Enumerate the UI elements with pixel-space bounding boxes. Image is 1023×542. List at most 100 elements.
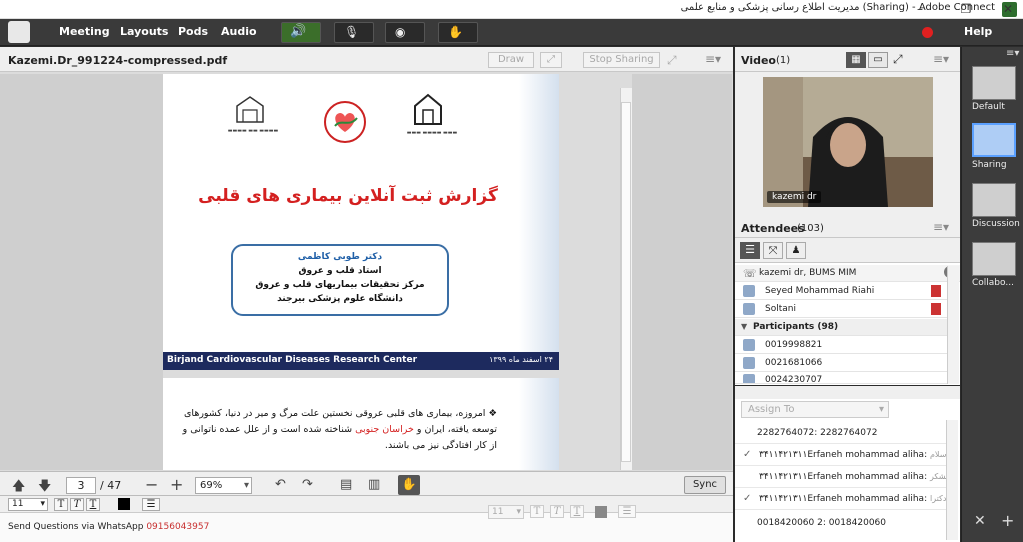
question-text: 2282764072: 2282764072 <box>757 428 878 438</box>
attendees-header: Attendees (103) ≡▾ <box>735 217 960 238</box>
question-row[interactable]: ۳۴۱۱۴۲۱۳۱۱Erfaneh mohammad aliha: بلشکر <box>735 466 957 488</box>
assign-to-select[interactable]: Assign To ▾ <box>741 401 889 418</box>
question-row[interactable]: 0018420060 2: 0018420060 <box>735 512 957 534</box>
close-layouts-icon[interactable]: ✕ <box>974 513 986 529</box>
pod-options-icon[interactable]: ≡▾ <box>933 52 949 66</box>
menu-meeting[interactable]: Meeting <box>59 25 110 38</box>
list-icon[interactable]: ☰ <box>142 498 160 511</box>
host-name: kazemi dr, BUMS MIM <box>759 268 857 278</box>
question-row[interactable]: 2282764072: 2282764072 <box>735 422 957 444</box>
mic-muted-icon <box>931 303 941 315</box>
participant-name: 0021681066 <box>765 358 823 368</box>
font-size-select[interactable]: 11 ▾ <box>8 498 48 511</box>
participant-row[interactable]: 0024230707 <box>735 372 947 384</box>
menu-help[interactable]: Help <box>964 25 992 38</box>
sync-view-button[interactable]: ⤢ <box>540 52 562 68</box>
redo-icon[interactable]: ↷ <box>302 477 313 492</box>
viewer-right-margin <box>632 74 732 470</box>
page-number-input[interactable]: 3 <box>66 477 96 494</box>
layout-thumb-sharing[interactable] <box>972 123 1016 157</box>
text-color-swatch[interactable] <box>595 506 607 518</box>
pod-options-icon[interactable]: ≡▾ <box>705 52 721 66</box>
title-bar: مدیریت اطلاع رسانی پزشکی و منابع علمی (S… <box>0 0 1023 19</box>
zoom-out-icon[interactable]: − <box>145 475 158 494</box>
question-row[interactable]: ✓ ۳۴۱۱۴۲۱۳۱۱Erfaneh mohammad aliha: سلام <box>735 444 957 466</box>
maximize-icon[interactable]: ❐ <box>951 0 981 19</box>
status-view-icon[interactable]: ♟ <box>786 242 806 259</box>
layout-thumb-collaboration[interactable] <box>972 242 1016 276</box>
filmstrip-view-icon[interactable]: ▭ <box>868 52 888 68</box>
research-center-logo-caption: ▬▬▬▬ ▬▬ ▬▬▬▬ <box>227 128 279 134</box>
bold-icon[interactable]: T <box>54 498 68 511</box>
webcam-icon: ◉ <box>395 25 406 39</box>
zoom-in-icon[interactable]: + <box>170 475 183 494</box>
question-row[interactable]: ✓ ۳۴۱۱۴۲۱۳۱۱Erfaneh mohammad aliha: دکتر… <box>735 488 957 510</box>
layout-label-sharing[interactable]: Sharing <box>972 160 1022 170</box>
layout-thumb-discussion[interactable] <box>972 183 1016 217</box>
add-layout-icon[interactable]: + <box>1001 511 1014 530</box>
participant-name: 0024230707 <box>765 375 823 384</box>
presenter-affiliation-2: دانشگاه علوم پزشکی بیرجند <box>277 294 403 304</box>
presenter-row[interactable]: Seyed Mohammad Riahi <box>735 283 947 300</box>
layouts-panel <box>961 47 1023 542</box>
viewer-left-margin <box>0 74 163 470</box>
participant-row[interactable]: 0021681066 <box>735 355 947 372</box>
host-row[interactable]: ☏ kazemi dr, BUMS MIM ✕ <box>735 265 960 282</box>
text-color-swatch[interactable] <box>118 498 130 510</box>
menu-bar: Meeting Layouts Pods Audio 🔊 🎙 ◉ ✋ Help <box>0 19 1023 46</box>
underline-icon[interactable]: T <box>86 498 100 511</box>
grid-view-icon[interactable]: ▦ <box>846 52 866 68</box>
raise-hand-button[interactable]: ✋ <box>438 22 478 43</box>
chat-pod: 11 ▾ T T T ☰ Send Questions via WhatsApp … <box>0 495 733 542</box>
save-icon[interactable]: ▤ <box>340 477 352 492</box>
qa-scrollbar[interactable] <box>946 420 958 540</box>
italic-icon[interactable]: T <box>70 498 84 511</box>
recording-indicator-icon[interactable] <box>922 27 933 38</box>
university-logo <box>411 92 445 126</box>
webcam-button[interactable]: ◉ <box>385 22 425 43</box>
attendees-scrollbar[interactable] <box>947 266 959 384</box>
slide-title: گزارش ثبت آنلاین بیماری های قلبی <box>198 186 498 206</box>
user-icon <box>743 357 755 369</box>
draw-button[interactable]: Draw <box>488 52 534 68</box>
underline-icon[interactable]: T <box>570 505 584 518</box>
breakout-view-icon[interactable]: ⤧ <box>763 242 783 259</box>
participants-group-row[interactable]: ▼ Participants (98) <box>735 319 947 336</box>
menu-pods[interactable]: Pods <box>178 25 208 38</box>
pdf-navigation-bar: 🡅 🡇 3 / 47 − + 69% ▾ ↶ ↷ ▤ ▥ ✋ Sync <box>0 471 733 498</box>
microphone-button[interactable]: 🎙 <box>334 22 374 43</box>
zoom-select[interactable]: 69% ▾ <box>195 477 252 494</box>
hand-tool-icon[interactable]: ✋ <box>398 475 420 495</box>
assign-to-label: Assign To <box>748 404 795 415</box>
layout-thumb-default[interactable] <box>972 66 1016 100</box>
layout-label-default[interactable]: Default <box>972 102 1022 112</box>
close-icon[interactable]: ✕ <box>993 0 1023 19</box>
layout-label-collaboration[interactable]: Collabo... <box>972 278 1022 288</box>
collapse-triangle-icon[interactable]: ▼ <box>741 322 747 331</box>
chat-message: Send Questions via WhatsApp 09156043957 <box>8 522 210 532</box>
pdf-scrollbar-thumb[interactable] <box>621 102 631 462</box>
menu-audio[interactable]: Audio <box>221 25 257 38</box>
pod-options-icon[interactable]: ≡▾ <box>933 220 949 234</box>
list-icon[interactable]: ☰ <box>618 505 636 518</box>
sync-button[interactable]: Sync <box>684 476 726 494</box>
list-view-icon[interactable]: ☰ <box>740 242 760 259</box>
fullscreen-icon[interactable]: ⤢ <box>667 53 677 68</box>
fullscreen-icon[interactable]: ⤢ <box>893 52 903 67</box>
minimize-icon[interactable]: – <box>905 0 935 19</box>
layout-label-discussion[interactable]: Discussion <box>972 219 1022 229</box>
print-icon[interactable]: ▥ <box>368 477 380 492</box>
stop-sharing-button[interactable]: Stop Sharing <box>583 52 660 68</box>
bold-icon[interactable]: T <box>530 505 544 518</box>
menu-layouts[interactable]: Layouts <box>120 25 168 38</box>
undo-icon[interactable]: ↶ <box>275 477 286 492</box>
font-size-select-2[interactable]: 11 ▾ <box>488 505 524 519</box>
presenter-row[interactable]: Soltani <box>735 301 947 318</box>
participant-row[interactable]: 0019998821 <box>735 337 947 354</box>
speaker-button[interactable]: 🔊 <box>281 22 321 43</box>
meeting-logo <box>8 21 30 43</box>
italic-icon[interactable]: T <box>550 505 564 518</box>
layouts-options-icon[interactable]: ≡▾ <box>1006 48 1019 59</box>
user-icon <box>743 303 755 315</box>
phone-icon: ☏ <box>743 267 757 280</box>
